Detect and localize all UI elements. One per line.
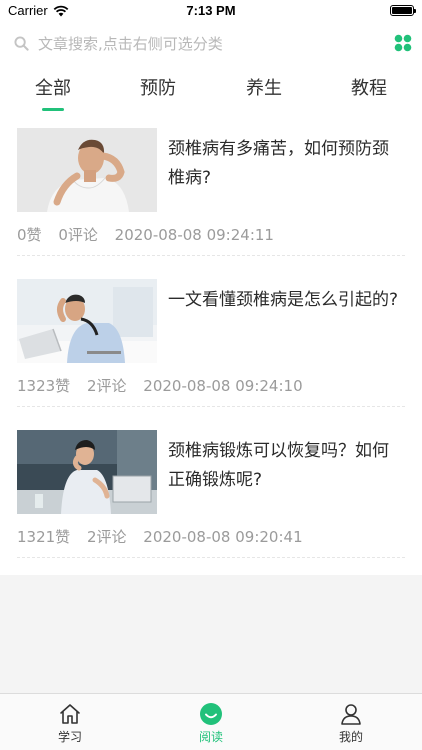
like-count: 1323赞: [17, 377, 71, 395]
tab-label: 教程: [351, 78, 387, 99]
article-meta: 0赞 0评论 2020-08-08 09:24:11: [17, 224, 286, 245]
tabbar-item-study[interactable]: 学习: [30, 702, 110, 745]
tab-label: 预防: [140, 78, 176, 99]
battery-icon: [390, 5, 416, 16]
like-count: 1321赞: [17, 528, 71, 546]
divider: [17, 406, 405, 407]
comment-count: 0评论: [58, 226, 98, 244]
article-list: 颈椎病有多痛苦，如何预防颈椎病? 0赞 0评论 2020-08-08 09:24…: [0, 128, 422, 581]
article-item[interactable]: 颈椎病锻炼可以恢复吗？如何正确锻炼呢? 1321赞 2评论 2020-08-08…: [0, 430, 422, 581]
home-icon: [60, 704, 80, 724]
publish-time: 2020-08-08 09:24:11: [114, 226, 274, 244]
tabbar-item-read[interactable]: 阅读: [171, 702, 251, 745]
article-item[interactable]: 颈椎病有多痛苦，如何预防颈椎病? 0赞 0评论 2020-08-08 09:24…: [0, 128, 422, 279]
tab-label: 全部: [35, 78, 71, 99]
tabbar-label: 我的: [338, 730, 363, 744]
tabbar-item-mine[interactable]: 我的: [311, 702, 391, 745]
clock: 7:13 PM: [186, 3, 236, 18]
search-input[interactable]: [38, 32, 378, 56]
search-bar: [0, 30, 422, 58]
article-thumbnail: [17, 128, 157, 212]
article-title: 一文看懂颈椎病是怎么引起的?: [168, 290, 399, 310]
article-thumbnail: [17, 279, 157, 363]
tab-prevention[interactable]: 预防: [128, 74, 188, 100]
divider: [17, 255, 405, 256]
publish-time: 2020-08-08 09:24:10: [143, 377, 303, 395]
publish-time: 2020-08-08 09:20:41: [143, 528, 303, 546]
tab-wellness[interactable]: 养生: [234, 74, 294, 100]
article-thumbnail: [17, 430, 157, 514]
tab-label: 养生: [246, 78, 282, 99]
tab-all[interactable]: 全部: [23, 74, 83, 111]
article-meta: 1323赞 2评论 2020-08-08 09:24:10: [17, 375, 315, 396]
tabbar-label: 学习: [57, 730, 82, 744]
article-meta: 1321赞 2评论 2020-08-08 09:20:41: [17, 526, 315, 547]
bottom-tab-bar: 学习 阅读 我的: [0, 693, 422, 750]
tabbar-label: 阅读: [198, 730, 223, 744]
article-title: 颈椎病有多痛苦，如何预防颈椎病?: [168, 139, 389, 188]
user-icon: [341, 704, 361, 725]
divider: [17, 557, 405, 558]
category-tabs: 全部 预防 养生 教程: [0, 74, 422, 114]
tab-tutorial[interactable]: 教程: [339, 74, 399, 100]
article-title: 颈椎病锻炼可以恢复吗？如何正确锻炼呢?: [168, 441, 389, 490]
tab-active-indicator: [42, 108, 64, 111]
comment-count: 2评论: [86, 377, 127, 395]
smile-icon: [200, 703, 222, 725]
empty-background: [0, 575, 422, 693]
like-count: 0赞: [17, 226, 42, 244]
comment-count: 2评论: [86, 528, 127, 546]
search-icon: [14, 36, 29, 51]
status-bar: Carrier 7:13 PM: [0, 0, 422, 22]
category-grid-icon[interactable]: [394, 34, 412, 52]
article-item[interactable]: 一文看懂颈椎病是怎么引起的? 1323赞 2评论 2020-08-08 09:2…: [0, 279, 422, 430]
